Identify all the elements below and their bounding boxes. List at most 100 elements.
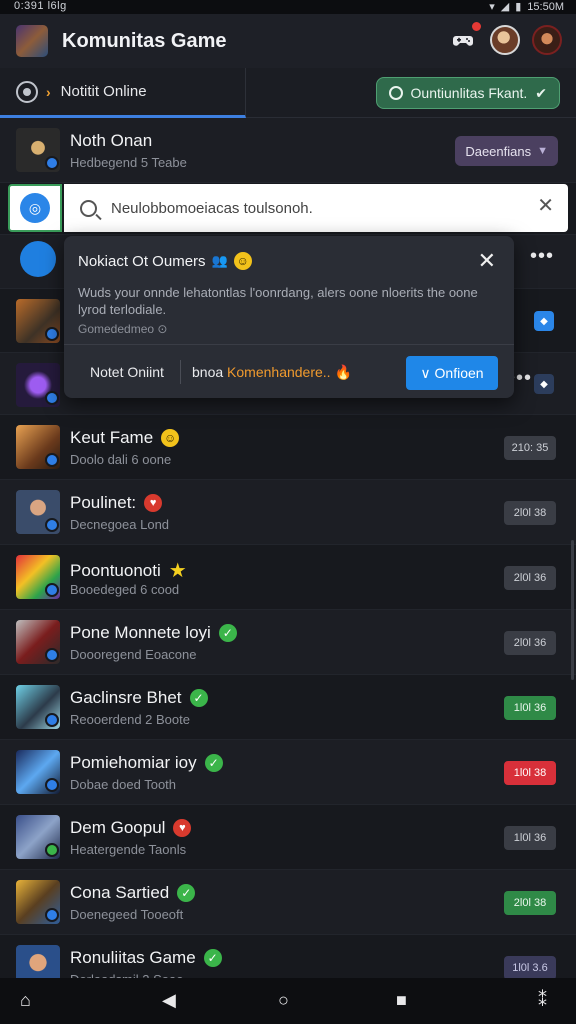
list-item-title: Keut Fame: [70, 428, 154, 447]
filter-dropdown-value: Daeenfians: [465, 143, 532, 159]
heart-status-icon: ♥: [173, 819, 192, 837]
list-item-title: Ronuliitas Game: [70, 948, 196, 967]
platform-badge-icon: [45, 156, 59, 170]
platform-badge-icon: [45, 778, 59, 792]
list-item[interactable]: Poulinet: ♥ Decnegoea Lond 2l0l 38: [0, 480, 576, 545]
avatar[interactable]: [490, 25, 520, 55]
confirm-button-label: Onfioen: [434, 365, 484, 381]
player-count-badge: 1l0l 3.6: [504, 956, 556, 979]
list-item[interactable]: Poontuonoti ★ Booedeged 6 cood 2l0l 36: [0, 545, 576, 610]
tab-online[interactable]: › Notitit Online: [0, 68, 246, 118]
platform-badge-icon: [45, 453, 59, 467]
avatar-secondary[interactable]: [532, 25, 562, 55]
player-count-badge: 210: 35: [504, 436, 556, 460]
popup-actions: Notet Oniint bnoa Komenhandere.. 🔥 ∨ Onf…: [64, 346, 514, 398]
list-item-title: Noth Onan: [70, 131, 153, 150]
home-circle-icon[interactable]: ○: [278, 990, 289, 1011]
platform-badge-icon: [45, 843, 59, 857]
status-time: 0:391 l6lg: [14, 0, 67, 12]
player-count-badge: 1l0l 38: [504, 761, 556, 785]
home-icon[interactable]: ⌂: [20, 990, 31, 1011]
filter-dropdown[interactable]: Daeenfians ▼: [455, 136, 558, 166]
online-icon: [16, 80, 38, 103]
game-thumbnail: [20, 241, 56, 277]
search-field: ✕: [64, 184, 568, 232]
tab-online-label: Notitit Online: [60, 83, 147, 100]
notification-popup: Nokiact Ot Oumers 👥 ☺ ✕ Wuds your onnde …: [64, 236, 514, 398]
list-item-title: Pone Monnete loyi: [70, 623, 211, 642]
list-item-title: Gaclinsre Bhet: [70, 688, 182, 707]
battery-icon: ▮: [515, 1, 522, 13]
close-icon[interactable]: ✕: [537, 196, 554, 216]
confirm-button[interactable]: ∨ Onfioen: [406, 356, 498, 390]
wifi-icon: ▾: [489, 1, 495, 13]
mid-highlight: Komenhandere..: [227, 364, 331, 380]
close-icon[interactable]: ✕: [478, 248, 496, 274]
back-icon[interactable]: ◀: [162, 990, 176, 1011]
smile-icon: ☺: [233, 252, 252, 270]
action-icon[interactable]: ◆: [534, 374, 554, 394]
list-item[interactable]: Gaclinsre Bhet ✓ Reooerdend 2 Boote 1l0l …: [0, 675, 576, 740]
game-thumbnail: [16, 945, 60, 979]
platform-badge-icon: [45, 583, 59, 597]
check-status-icon: ✓: [203, 949, 222, 967]
search-icon: [80, 199, 97, 217]
list-item-title: Poulinet:: [70, 493, 137, 512]
list-item[interactable]: Dem Goopul ♥ Heatergende Taonls 1l0l 36: [0, 805, 576, 870]
list-item[interactable]: Pone Monnete loyi ✓ Doooregend Eoacone 2l…: [0, 610, 576, 675]
list-item-subtitle: Decnegoea Lond: [70, 517, 170, 532]
list-item-title: Pomiehomiar ioy: [70, 753, 197, 772]
signal-icon: ◢: [500, 1, 510, 13]
heart-status-icon: ♥: [144, 494, 163, 512]
player-count-badge: 1l0l 36: [504, 826, 556, 850]
divider: [180, 360, 181, 384]
popup-left-action[interactable]: Notet Oniint: [90, 364, 164, 380]
list-item-title: Cona Sartied: [70, 883, 170, 902]
chevron-down-icon: ▼: [537, 145, 548, 157]
check-icon: ✔: [535, 84, 547, 101]
check-status-icon: ✓: [218, 624, 237, 642]
people-icon: 👥: [211, 253, 228, 268]
check-status-icon: ✓: [189, 689, 208, 707]
tabbar: › Notitit Online Ountiunlitas Fkant. ✔: [0, 68, 576, 118]
list-item[interactable]: Pomiehomiar ioy ✓ Dobae doed Tooth 1l0l 3…: [0, 740, 576, 805]
list-item-subtitle: Doenegeed Tooeoft: [70, 907, 184, 922]
recents-icon[interactable]: ■: [396, 990, 407, 1011]
popup-mid-action[interactable]: bnoa Komenhandere.. 🔥: [192, 364, 352, 381]
list-item-subtitle: Dobae doed Tooth: [70, 777, 177, 792]
star-status-icon: ★: [168, 560, 187, 582]
chevron-right-icon: ›: [46, 83, 51, 100]
accessibility-icon[interactable]: ⁑: [538, 990, 547, 1011]
more-options-icon[interactable]: •••: [530, 245, 554, 268]
app-header: Komunitas Game: [0, 14, 576, 68]
platform-badge-icon: [45, 518, 59, 532]
popup-meta: Gomededmeo: [78, 322, 155, 336]
list-item-subtitle: Booedeged 6 cood: [70, 582, 180, 597]
scrollbar[interactable]: [571, 540, 574, 680]
list-item-subtitle: Doolo dali 6 oone: [70, 452, 172, 467]
platform-badge-icon: [45, 648, 59, 662]
popup-title: Nokiact Ot Oumers: [78, 252, 206, 270]
list-item[interactable]: Noth Onan Hedbegend 5 Teabe Daeenfians ▼: [0, 118, 576, 183]
popup-body: Wuds your onnde lehatontlas l'oonrdang, …: [78, 285, 478, 317]
platform-badge-icon: [45, 908, 59, 922]
search-scope-button[interactable]: ◎: [8, 184, 62, 232]
player-count-badge: 2l0l 36: [504, 566, 556, 590]
search-input[interactable]: [111, 199, 521, 217]
list-item[interactable]: Cona Sartied ✓ Doenegeed Tooeoft 2l0l 38: [0, 870, 576, 935]
platform-badge-icon: [45, 713, 59, 727]
community-button[interactable]: Ountiunlitas Fkant. ✔: [375, 77, 560, 109]
divider: [64, 344, 514, 345]
list-item-title: Poontuonoti: [70, 560, 161, 580]
search-bar: ◎ ✕: [8, 184, 568, 232]
action-icon[interactable]: ◆: [534, 311, 554, 331]
community-button-label: Ountiunlitas Fkant.: [410, 85, 528, 101]
list-item[interactable]: Ronuliitas Game ✓ Dorlaadsmil 2 Soae 1l0l…: [0, 935, 576, 980]
platform-badge-icon: [45, 391, 59, 405]
mid-prefix: bnoa: [192, 364, 224, 380]
list-item[interactable]: Keut Fame ☺ Doolo dali 6 oone 210: 35: [0, 415, 576, 480]
check-status-icon: ✓: [177, 884, 196, 902]
smile-status-icon: ☺: [161, 429, 180, 447]
gamepad-icon[interactable]: [448, 21, 482, 55]
list-item-subtitle: Reooerdend 2 Boote: [70, 712, 190, 727]
